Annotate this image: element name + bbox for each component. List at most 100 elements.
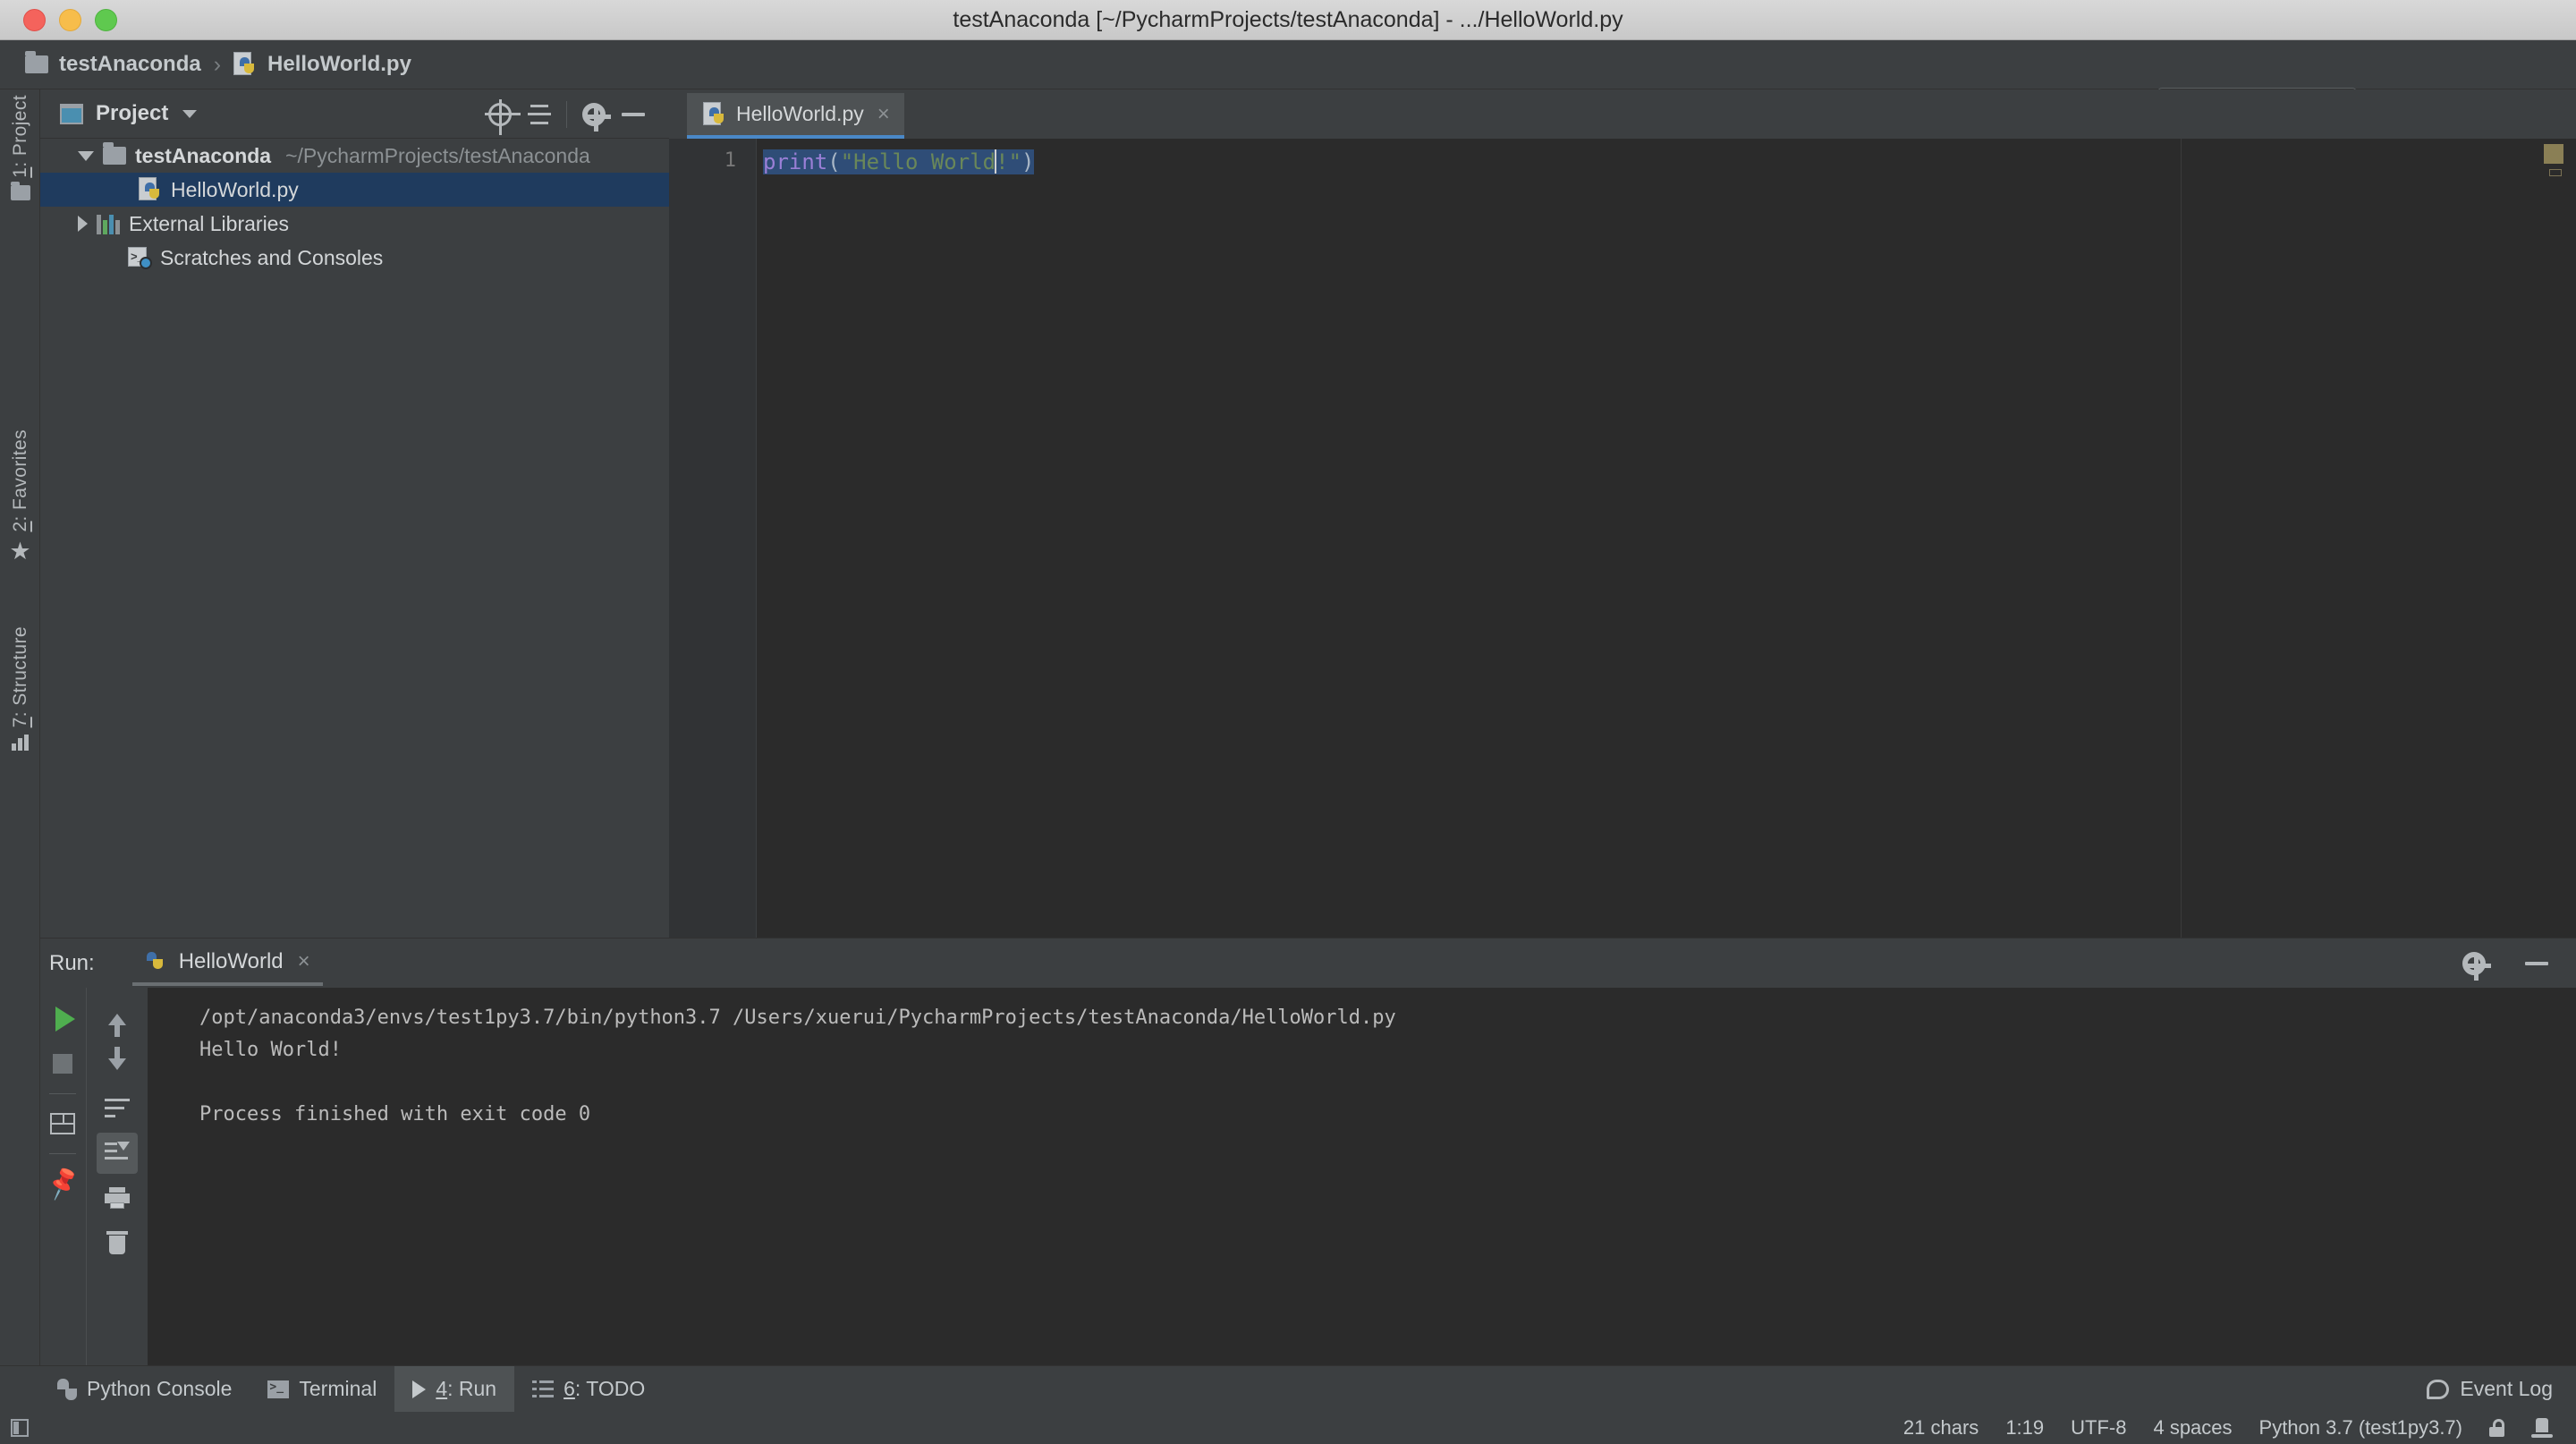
bottom-tool-bar: Python Console Terminal 4: Run 6: TODO E…: [0, 1365, 2576, 1413]
print-icon: [104, 1187, 130, 1209]
project-panel-title: Project: [96, 101, 169, 125]
chevron-down-icon[interactable]: [78, 150, 94, 161]
python-file-icon: [233, 52, 257, 77]
console-output[interactable]: /opt/anaconda3/envs/test1py3.7/bin/pytho…: [148, 988, 2576, 1366]
pin-icon: 📌: [43, 1165, 82, 1202]
project-panel-toolbar: [480, 89, 653, 139]
collapse-all-button[interactable]: [520, 95, 559, 134]
speech-bubble-icon: [2427, 1379, 2450, 1399]
chevron-down-icon[interactable]: [182, 109, 198, 118]
libraries-icon: [97, 213, 120, 234]
sidebar-tab-project[interactable]: 1: Project: [0, 95, 40, 200]
code-editor[interactable]: print("Hello World!"): [758, 139, 2576, 938]
structure-bars-icon: [12, 735, 29, 752]
status-interpreter[interactable]: Python 3.7 (test1py3.7): [2259, 1416, 2462, 1440]
python-console-icon: [57, 1378, 77, 1400]
inspection-status-marker[interactable]: [2544, 144, 2563, 164]
status-caret-position[interactable]: 1:19: [2005, 1416, 2044, 1440]
bottom-tab-python-console[interactable]: Python Console: [39, 1366, 250, 1413]
hide-project-panel-button[interactable]: [614, 95, 653, 134]
sidebar-tab-favorites[interactable]: 2: Favorites ★: [0, 429, 40, 564]
toggle-sidebar-button[interactable]: [0, 1419, 39, 1437]
breadcrumb-project-label: testAnaconda: [59, 52, 201, 76]
bottom-tab-run[interactable]: 4: Run: [394, 1365, 515, 1413]
line-number: 1: [724, 149, 736, 172]
status-indent[interactable]: 4 spaces: [2153, 1416, 2232, 1440]
tree-node-scratches-and-consoles[interactable]: >_ Scratches and Consoles: [40, 241, 669, 275]
code-token-string-after-caret: !: [996, 149, 1009, 174]
sidebar-tab-structure[interactable]: 7: Structure: [0, 626, 40, 752]
editor-tab-HelloWorld-py[interactable]: HelloWorld.py ×: [687, 93, 904, 139]
tree-node-label: Scratches and Consoles: [160, 245, 384, 269]
settings-gear-icon: [582, 102, 611, 132]
project-panel-header: Project: [40, 89, 669, 139]
folder-icon: [103, 142, 126, 165]
unlocked-icon[interactable]: [2489, 1419, 2504, 1437]
breadcrumb-project[interactable]: testAnaconda: [20, 46, 207, 83]
code-token-function: print: [763, 149, 828, 174]
collapse-all-icon: [528, 103, 551, 126]
project-tool-window: Project testAnaconda ~/PycharmProjects/t…: [40, 89, 669, 938]
bottom-tab-label: Python Console: [87, 1377, 233, 1400]
inspector-hat-icon[interactable]: [2531, 1418, 2553, 1438]
sidebar-tab-favorites-label: 2: Favorites: [9, 429, 30, 532]
event-log-button[interactable]: Event Log: [2427, 1377, 2576, 1401]
close-icon[interactable]: ×: [298, 950, 310, 973]
stop-process-button[interactable]: [42, 1043, 83, 1084]
left-tool-strip: 1: Project 2: Favorites ★ 7: Structure: [0, 89, 40, 1365]
run-console-toolbar: [86, 988, 147, 1366]
editor-tab-bar: HelloWorld.py ×: [669, 89, 2576, 139]
print-button[interactable]: [97, 1177, 138, 1219]
editor-gutter[interactable]: 1: [669, 139, 757, 938]
up-stacktrace-button[interactable]: [97, 998, 138, 1040]
navigation-bar: testAnaconda › HelloWorld.py HelloWorld: [0, 40, 2576, 123]
todo-icon: [532, 1380, 555, 1398]
locate-file-icon: [485, 98, 521, 135]
run-panel-label: Run:: [49, 950, 95, 975]
chevron-right-icon[interactable]: [78, 216, 88, 232]
code-line-1[interactable]: print("Hello World!"): [763, 148, 1035, 177]
pin-tab-button[interactable]: 📌: [42, 1163, 83, 1204]
breadcrumb-file-label: HelloWorld.py: [267, 52, 411, 76]
right-margin-guide: [2181, 139, 2182, 938]
down-stacktrace-button[interactable]: [97, 1043, 138, 1084]
run-tab-HelloWorld[interactable]: HelloWorld ×: [131, 940, 323, 986]
project-tree: testAnaconda ~/PycharmProjects/testAnaco…: [40, 139, 669, 275]
tree-node-HelloWorld-py[interactable]: HelloWorld.py: [40, 173, 669, 207]
play-icon: [412, 1380, 427, 1398]
clear-all-button[interactable]: [97, 1222, 138, 1263]
code-token-quote-open: ": [840, 149, 854, 174]
hide-panel-icon: [2525, 961, 2548, 965]
scratches-icon: >_: [128, 247, 152, 269]
arrow-up-icon: [107, 1013, 126, 1037]
bottom-tab-terminal[interactable]: Terminal: [250, 1366, 394, 1413]
arrow-down-icon: [107, 1046, 126, 1070]
hide-run-panel-button[interactable]: [2517, 944, 2556, 983]
breadcrumb-file[interactable]: HelloWorld.py: [228, 46, 417, 83]
layout-button[interactable]: [42, 1103, 83, 1144]
close-icon[interactable]: ×: [877, 103, 890, 125]
folder-icon: [25, 51, 48, 73]
status-bar-right: 21 chars 1:19 UTF-8 4 spaces Python 3.7 …: [1903, 1416, 2576, 1440]
editor-scrollbar[interactable]: [2537, 139, 2576, 938]
project-settings-button[interactable]: [574, 95, 614, 134]
status-encoding[interactable]: UTF-8: [2071, 1416, 2126, 1440]
tree-node-label: External Libraries: [129, 211, 289, 235]
tree-node-testAnaconda[interactable]: testAnaconda ~/PycharmProjects/testAnaco…: [40, 139, 669, 173]
locate-file-button[interactable]: [480, 95, 521, 135]
tree-node-external-libraries[interactable]: External Libraries: [40, 207, 669, 241]
tree-node-path: ~/PycharmProjects/testAnaconda: [285, 143, 590, 167]
trash-icon: [106, 1231, 128, 1254]
scroll-to-end-button[interactable]: [96, 1133, 138, 1174]
code-token-open-paren: (: [827, 149, 841, 174]
tree-node-label: HelloWorld.py: [171, 177, 299, 201]
bottom-tab-todo[interactable]: 6: TODO: [514, 1366, 663, 1413]
rerun-button[interactable]: [42, 998, 83, 1040]
toolbar-divider: [49, 1153, 76, 1154]
sidebar-tab-project-label: 1: Project: [9, 95, 30, 178]
toolbar-divider: [49, 1093, 76, 1094]
soft-wrap-button[interactable]: [97, 1088, 138, 1129]
hide-panel-icon: [622, 112, 645, 116]
star-icon: ★: [9, 537, 31, 565]
run-settings-button[interactable]: [2454, 944, 2494, 983]
